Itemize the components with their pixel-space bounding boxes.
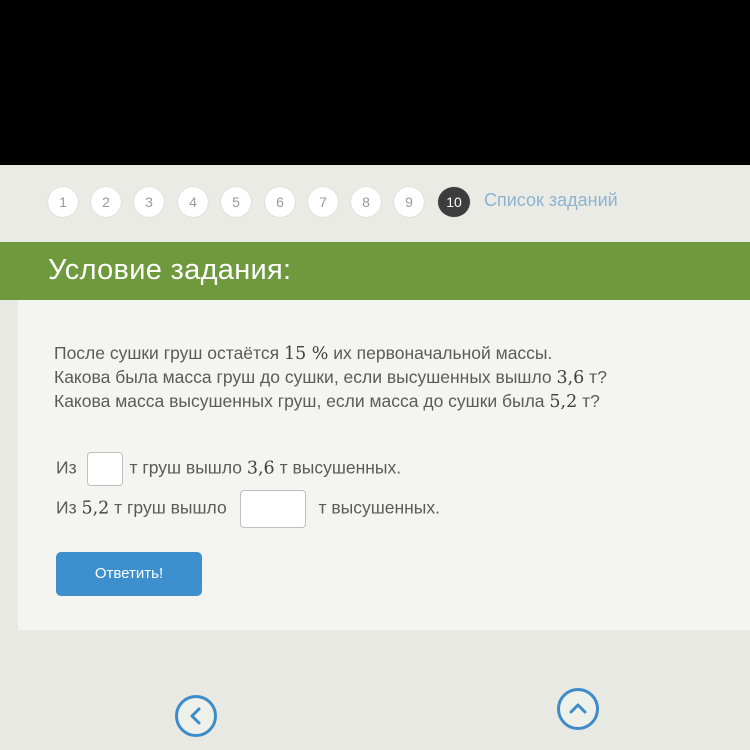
submit-button[interactable]: Ответить!	[56, 552, 202, 596]
problem-line-3-text-b: т?	[577, 391, 600, 411]
task-navigation: 1 2 3 4 5 6 7 8 9 10 Список заданий	[0, 165, 750, 240]
answer-row-1-text-b: т высушенных.	[274, 457, 402, 478]
problem-text: После сушки груш остаётся 15 % их первон…	[54, 342, 714, 414]
problem-line-3: Какова масса высушенных груш, если масса…	[54, 390, 714, 414]
answer-row-1-prefix: Из	[56, 457, 77, 478]
task-number-8[interactable]: 8	[351, 187, 381, 217]
task-number-10-active[interactable]: 10	[438, 187, 470, 217]
problem-line-1-text-b: их первоначальной массы.	[328, 343, 553, 363]
answer-row-2-middle: т груш вышло	[109, 497, 227, 518]
page-title: Условие задания:	[48, 254, 292, 286]
answer-row-1-number: 3,6	[246, 458, 275, 479]
answer-row-2-prefix: Из	[56, 497, 82, 518]
problem-line-2: Какова была масса груш до сушки, если вы…	[54, 366, 714, 390]
previous-button[interactable]	[175, 695, 217, 737]
chevron-left-icon	[190, 707, 201, 725]
answer-row-1: Из т груш вышло 3,6 т высушенных.	[56, 452, 401, 486]
scroll-up-button[interactable]	[557, 688, 599, 730]
task-list-link[interactable]: Список заданий	[484, 190, 618, 211]
answer-row-1-text-a: т груш вышло	[129, 457, 247, 478]
problem-initial-mass-value: 5,2	[549, 392, 578, 412]
answer-row-2-suffix: т высушенных.	[318, 497, 440, 518]
task-number-2[interactable]: 2	[91, 187, 121, 217]
chevron-up-icon	[569, 703, 587, 714]
problem-percent-value: 15 %	[283, 344, 329, 364]
answer-row-2-number: 5,2	[81, 498, 110, 519]
task-number-9[interactable]: 9	[394, 187, 424, 217]
problem-line-2-text-a: Какова была масса груш до сушки, если вы…	[54, 367, 557, 387]
problem-dried-mass-value: 3,6	[556, 368, 585, 388]
task-number-6[interactable]: 6	[265, 187, 295, 217]
task-number-4[interactable]: 4	[178, 187, 208, 217]
problem-line-1-text-a: После сушки груш остаётся	[54, 343, 284, 363]
task-number-3[interactable]: 3	[134, 187, 164, 217]
problem-line-3-text-a: Какова масса высушенных груш, если масса…	[54, 391, 550, 411]
task-header: Условие задания:	[0, 242, 750, 300]
problem-line-2-text-b: т?	[584, 367, 607, 387]
dried-mass-input[interactable]	[239, 490, 306, 528]
task-number-1[interactable]: 1	[48, 187, 78, 217]
task-card: После сушки груш остаётся 15 % их первон…	[18, 300, 750, 630]
answer-row-2: Из 5,2 т груш вышло т высушенных.	[56, 490, 440, 528]
problem-line-1: После сушки груш остаётся 15 % их первон…	[54, 342, 714, 366]
task-number-7[interactable]: 7	[308, 187, 338, 217]
task-number-5[interactable]: 5	[221, 187, 251, 217]
initial-mass-input[interactable]	[87, 452, 124, 486]
task-screen: 1 2 3 4 5 6 7 8 9 10 Список заданий Усло…	[0, 165, 750, 750]
